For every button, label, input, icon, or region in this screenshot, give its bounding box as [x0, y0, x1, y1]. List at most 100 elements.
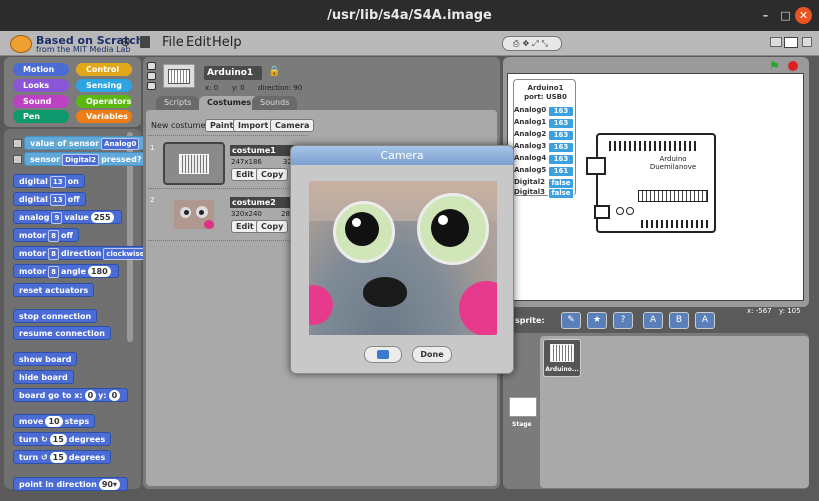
costume-thumbnail-2[interactable]	[174, 200, 214, 229]
random-sprite-icon[interactable]: ?	[613, 312, 633, 329]
block-show-board[interactable]: show board	[13, 352, 78, 366]
block-motor-direction[interactable]: motor 8 direction clockwise	[13, 246, 156, 260]
cat-motion[interactable]: Motion	[13, 63, 69, 76]
stop-icon[interactable]	[788, 61, 798, 71]
camera-icon	[377, 350, 389, 359]
costume-edit-button[interactable]: Edit	[231, 220, 259, 233]
presentation-icon[interactable]	[802, 37, 812, 47]
arduino-board-image: Arduino Duemilanove	[586, 133, 716, 233]
block-sensor-pressed[interactable]: sensor Digital2 pressed?	[24, 152, 148, 166]
arduino-title: Arduino1	[527, 84, 564, 92]
stage-tools[interactable]: ⎙✥⤢⤡	[502, 36, 562, 51]
cat-pen[interactable]: Pen	[13, 110, 69, 123]
done-button[interactable]: Done	[412, 346, 452, 363]
mouse-x: x: -567	[747, 307, 772, 315]
sprite-thumb[interactable]: Arduino...	[543, 339, 581, 377]
stage-label: Stage	[512, 421, 532, 428]
arduino-port: port: USB0	[524, 93, 567, 101]
rotation-style-buttons[interactable]	[147, 62, 156, 92]
window-title: /usr/lib/s4a/S4A.image	[327, 8, 492, 23]
cat-sensing[interactable]: Sensing	[76, 79, 132, 92]
cat-control[interactable]: Control	[76, 63, 132, 76]
new-costume-label: New costume:	[151, 121, 209, 130]
costume-copy-button[interactable]: Copy	[256, 220, 289, 233]
board-c-icon[interactable]: A	[695, 312, 715, 329]
sprite-y: y: 0	[232, 84, 245, 92]
maximize-button[interactable]: □	[777, 7, 794, 24]
costume-number: 2	[150, 196, 155, 204]
sensor-row: Analog2 163	[514, 130, 577, 141]
board-b-icon[interactable]: B	[669, 312, 689, 329]
menu-edit[interactable]: Edit	[186, 35, 211, 50]
globe-icon[interactable]: ⊕	[120, 35, 131, 50]
board-a-icon[interactable]: A	[643, 312, 663, 329]
divider	[148, 240, 308, 241]
tab-scripts[interactable]: Scripts	[156, 96, 200, 110]
costume-copy-button[interactable]: Copy	[256, 168, 289, 181]
rotate-icon[interactable]	[147, 62, 156, 70]
choose-sprite-icon[interactable]: ★	[587, 312, 607, 329]
block-analog-value[interactable]: analog 9 value 255	[13, 210, 122, 224]
camera-preview	[309, 181, 497, 335]
checkbox-value-sensor[interactable]	[13, 139, 22, 148]
block-reset-actuators[interactable]: reset actuators	[13, 283, 95, 297]
block-value-of-sensor[interactable]: value of sensor Analog0	[24, 136, 148, 150]
green-flag-icon[interactable]: ⚑	[769, 59, 780, 73]
import-button[interactable]: Import	[233, 119, 274, 132]
costume-size-1: 247x186	[231, 158, 262, 166]
tab-sounds[interactable]: Sounds	[252, 96, 298, 110]
mouse-y: y: 105	[779, 307, 801, 315]
block-hide-board[interactable]: hide board	[13, 370, 74, 384]
block-digital-off[interactable]: digital 13 off	[13, 192, 86, 206]
block-board-go-to[interactable]: board go to x: 0 y: 0	[13, 388, 129, 402]
divider	[148, 188, 308, 189]
block-motor-angle[interactable]: motor 8 angle 180	[13, 264, 119, 278]
stage-thumb[interactable]	[509, 397, 537, 417]
block-turn-ccw[interactable]: turn ↺ 15 degrees	[13, 450, 112, 464]
tab-costumes[interactable]: Costumes	[199, 96, 260, 110]
lock-icon[interactable]: 🔒	[268, 66, 280, 77]
sensor-row: Analog0 163	[514, 106, 577, 117]
menu-file[interactable]: File	[162, 35, 184, 50]
close-button[interactable]: ✕	[795, 7, 812, 24]
cat-sound[interactable]: Sound	[13, 95, 69, 108]
sprite-name-field[interactable]: Arduino1	[204, 66, 262, 80]
sprite-thumb-label: Arduino...	[545, 366, 579, 373]
costume-size-2: 320x240	[231, 210, 262, 218]
block-turn-cw[interactable]: turn ↻ 15 degrees	[13, 432, 112, 446]
block-move-steps[interactable]: move 10 steps	[13, 414, 96, 428]
costume-edit-button[interactable]: Edit	[231, 168, 259, 181]
block-digital-on[interactable]: digital 13 on	[13, 174, 85, 188]
paint-sprite-icon[interactable]: ✎	[561, 312, 581, 329]
checkbox-sensor-pressed[interactable]	[13, 155, 22, 164]
small-stage-icon[interactable]	[770, 37, 782, 47]
board-label: Arduino Duemilanove	[649, 155, 697, 171]
no-rotate-icon[interactable]	[147, 82, 156, 90]
normal-stage-icon[interactable]	[784, 37, 798, 48]
flip-icon[interactable]	[147, 72, 156, 80]
new-sprite-label: sprite:	[515, 316, 545, 325]
camera-button[interactable]: Camera	[270, 119, 315, 132]
menu-help[interactable]: Help	[212, 35, 242, 50]
minimize-button[interactable]: –	[757, 7, 774, 24]
cat-looks[interactable]: Looks	[13, 79, 69, 92]
block-resume-connection[interactable]: resume connection	[13, 326, 111, 340]
block-stop-connection[interactable]: stop connection	[13, 309, 98, 323]
cat-icon	[10, 35, 32, 53]
sprite-direction: direction: 90	[258, 84, 303, 92]
sensor-row: Digital3 false	[514, 188, 577, 199]
cat-variables[interactable]: Variables	[76, 110, 132, 123]
sensor-row: Analog5 161	[514, 166, 577, 177]
costume-number: 1	[150, 144, 155, 152]
sensor-row: Analog3 163	[514, 142, 577, 153]
block-motor-off[interactable]: motor 8 off	[13, 228, 79, 242]
window-titlebar: /usr/lib/s4a/S4A.image – □ ✕	[0, 0, 819, 31]
dialog-title: Camera	[291, 146, 513, 165]
save-icon[interactable]	[140, 36, 150, 48]
block-point-direction[interactable]: point in direction 90▾	[13, 477, 128, 491]
take-photo-button[interactable]	[364, 346, 402, 363]
cat-operators[interactable]: Operators	[76, 95, 132, 108]
sprite-x: x: 0	[205, 84, 219, 92]
arduino-sensor-panel[interactable]: Arduino1 port: USB0 Analog0 163 Analog1 16…	[513, 79, 577, 199]
costume-thumbnail-1[interactable]	[163, 142, 225, 185]
